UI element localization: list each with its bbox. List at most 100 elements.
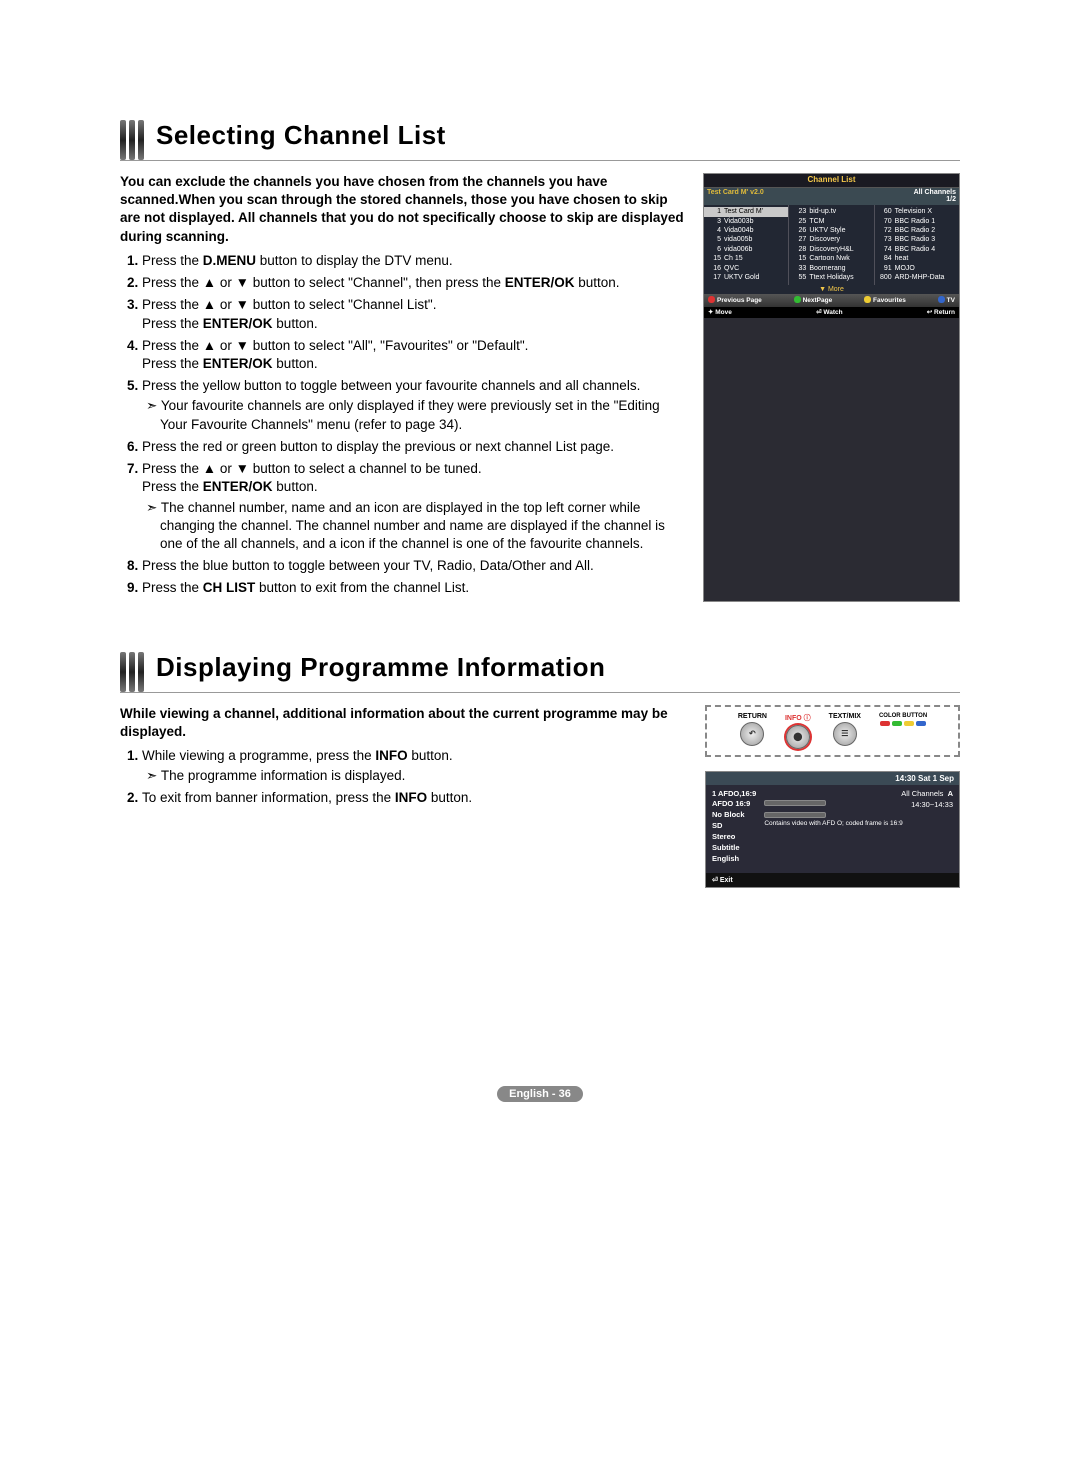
channel-row: 84heat <box>875 254 959 263</box>
channel-name: Vida004b <box>724 226 753 235</box>
channel-row: 3Vida003b <box>704 217 788 226</box>
channel-num: 25 <box>792 217 806 226</box>
channel-num: 15 <box>792 254 806 263</box>
progress-bar <box>764 800 826 806</box>
channel-num: 26 <box>792 226 806 235</box>
channel-row: 17UKTV Gold <box>704 273 788 282</box>
channel-name: heat <box>895 254 909 263</box>
channel-name: Ttext Holidays <box>809 273 853 282</box>
section-title: Displaying Programme Information <box>156 652 605 692</box>
channel-name: vida006b <box>724 245 752 254</box>
channel-row: 72BBC Radio 2 <box>875 226 959 235</box>
info-left-item: SD <box>712 821 756 832</box>
channel-row: 28DiscoveryH&L <box>789 245 873 254</box>
channel-row: 5vida005b <box>704 235 788 244</box>
step-2: Press the ▲ or ▼ button to select "Chann… <box>142 274 685 292</box>
channel-row: 26UKTV Style <box>789 226 873 235</box>
info-left-item: No Block <box>712 810 756 821</box>
channel-num: 84 <box>878 254 892 263</box>
info-left-item: AFDO 16:9 <box>712 799 756 810</box>
channel-num: 23 <box>792 207 806 216</box>
page-number: English - 36 <box>120 1088 960 1100</box>
channel-name: UKTV Gold <box>724 273 759 282</box>
channel-name: Test Card M' <box>724 207 763 216</box>
channel-name: vida005b <box>724 235 752 244</box>
channel-row: 16QVC <box>704 264 788 273</box>
section-header: Selecting Channel List <box>120 120 960 161</box>
channel-row: 70BBC Radio 1 <box>875 217 959 226</box>
channel-name: BBC Radio 2 <box>895 226 935 235</box>
channel-row: 15Ch 15 <box>704 254 788 263</box>
channel-name: Television X <box>895 207 932 216</box>
osd-title: Channel List <box>704 174 959 188</box>
channel-num: 70 <box>878 217 892 226</box>
step-8: Press the blue button to toggle between … <box>142 557 685 575</box>
channel-name: MOJO <box>895 264 915 273</box>
step-1-sub: The programme information is displayed. <box>142 767 687 785</box>
step-2: To exit from banner information, press t… <box>142 789 687 807</box>
channel-num: 800 <box>878 273 892 282</box>
step-5: Press the yellow button to toggle betwee… <box>142 377 685 434</box>
remote-textmix: TEXT/MIX☰ <box>829 713 861 749</box>
step-9: Press the CH LIST button to exit from th… <box>142 579 685 597</box>
osd-more: ▼ More <box>704 285 959 295</box>
channel-row: 15Cartoon Nwk <box>789 254 873 263</box>
channel-name: TCM <box>809 217 824 226</box>
info-osd: 14:30 Sat 1 Sep 1 AFDO,16:9AFDO 16:9No B… <box>705 771 960 888</box>
channel-row: 55Ttext Holidays <box>789 273 873 282</box>
channel-name: UKTV Style <box>809 226 845 235</box>
channel-row: 1Test Card M' <box>704 207 788 216</box>
section-programme-info: Displaying Programme Information While v… <box>120 652 960 888</box>
info-right-col: All Channels A 14:30~14:33 Contains vide… <box>764 789 953 865</box>
step-4: Press the ▲ or ▼ button to select "All",… <box>142 337 685 373</box>
channel-num: 6 <box>707 245 721 254</box>
channel-num: 15 <box>707 254 721 263</box>
channel-row: 74BBC Radio 4 <box>875 245 959 254</box>
channel-num: 27 <box>792 235 806 244</box>
channel-num: 16 <box>707 264 721 273</box>
remote-return: RETURN↶ <box>738 713 767 749</box>
channel-num: 17 <box>707 273 721 282</box>
channel-row: 27Discovery <box>789 235 873 244</box>
channel-name: Cartoon Nwk <box>809 254 849 263</box>
osd-legend-nav: ✦ Move ⏎ Watch ↩ Return <box>704 307 959 318</box>
section-header: Displaying Programme Information <box>120 652 960 693</box>
intro-text: While viewing a channel, additional info… <box>120 705 687 741</box>
info-left-item: Stereo <box>712 832 756 843</box>
header-ornament <box>120 120 144 160</box>
osd-legend-colors: Previous Page NextPage Favourites TV <box>704 294 959 306</box>
channel-num: 3 <box>707 217 721 226</box>
section-channel-list: Selecting Channel List You can exclude t… <box>120 120 960 602</box>
section-title: Selecting Channel List <box>156 120 446 160</box>
channel-name: ARD-MHP-Data <box>895 273 945 282</box>
intro-text: You can exclude the channels you have ch… <box>120 173 685 246</box>
remote-diagram: RETURN↶ INFO ⓘ⬤ TEXT/MIX☰ COLOR BUTTON <box>705 705 960 757</box>
channel-row: 23bid-up.tv <box>789 207 873 216</box>
step-1: While viewing a programme, press the INF… <box>142 747 687 785</box>
channel-list-osd: Channel List Test Card M' v2.0 All Chann… <box>703 173 960 602</box>
channel-num: 60 <box>878 207 892 216</box>
info-left-col: 1 AFDO,16:9AFDO 16:9No BlockSDStereoSubt… <box>712 789 756 865</box>
steps-list: Press the D.MENU button to display the D… <box>120 252 685 598</box>
channel-row: 73BBC Radio 3 <box>875 235 959 244</box>
info-figure: RETURN↶ INFO ⓘ⬤ TEXT/MIX☰ COLOR BUTTON 1… <box>705 705 960 888</box>
channel-num: 5 <box>707 235 721 244</box>
info-left-item: 1 AFDO,16:9 <box>712 789 756 800</box>
channel-name: Discovery <box>809 235 840 244</box>
channel-num: 28 <box>792 245 806 254</box>
channel-name: bid-up.tv <box>809 207 836 216</box>
step-1: Press the D.MENU button to display the D… <box>142 252 685 270</box>
osd-meta: Test Card M' v2.0 All Channels1/2 <box>704 188 959 205</box>
channel-row: 25TCM <box>789 217 873 226</box>
channel-num: 55 <box>792 273 806 282</box>
channel-name: Vida003b <box>724 217 753 226</box>
step-3: Press the ▲ or ▼ button to select "Chann… <box>142 296 685 332</box>
info-desc: Contains video with AFD O; coded frame i… <box>764 819 953 828</box>
osd-col-3: 60Television X70BBC Radio 172BBC Radio 2… <box>875 205 959 285</box>
channel-num: 73 <box>878 235 892 244</box>
info-left-item: Subtitle <box>712 843 756 854</box>
channel-num: 91 <box>878 264 892 273</box>
channel-num: 72 <box>878 226 892 235</box>
channel-name: BBC Radio 3 <box>895 235 935 244</box>
remote-info: INFO ⓘ⬤ <box>785 713 811 749</box>
